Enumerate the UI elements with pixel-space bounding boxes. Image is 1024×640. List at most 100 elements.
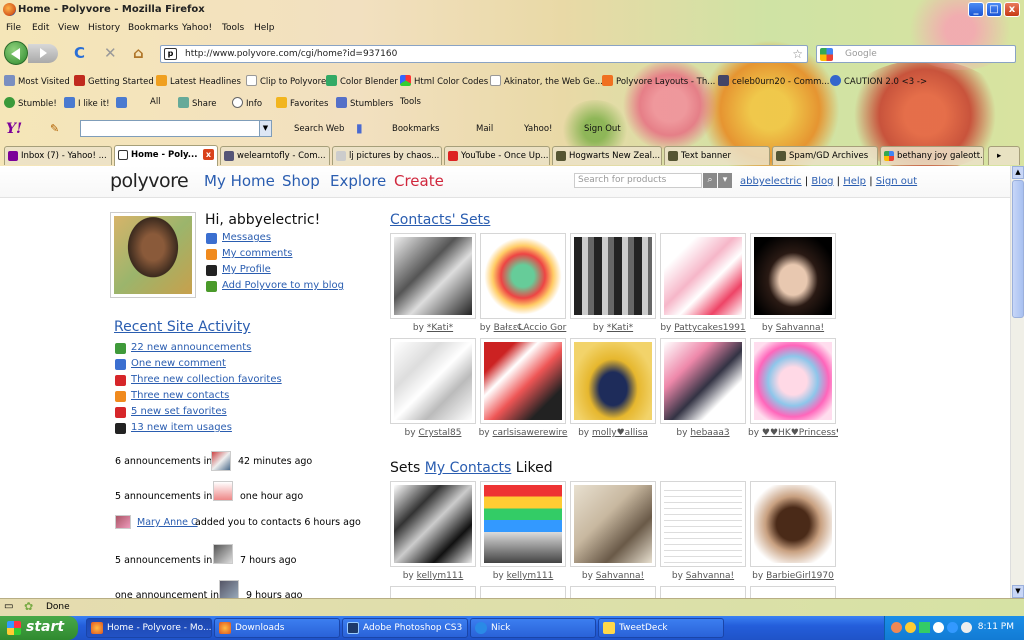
url-bar[interactable]: p http://www.polyvore.com/cgi/home?id=93…: [160, 45, 808, 63]
task-downloads[interactable]: Downloads: [214, 618, 340, 638]
task-firefox[interactable]: Home - Polyvore - Mo...: [86, 618, 212, 638]
yahoo-bookmarks[interactable]: Bookmarks: [392, 124, 440, 134]
user-thumbnail[interactable]: [115, 515, 131, 529]
set-thumbnail[interactable]: [390, 481, 476, 567]
set-thumbnail[interactable]: [750, 481, 836, 567]
task-tweetdeck[interactable]: TweetDeck: [598, 618, 724, 638]
user-link-help[interactable]: Help: [843, 176, 866, 187]
menu-bookmarks[interactable]: Bookmarks: [128, 23, 178, 33]
menu-help[interactable]: Help: [254, 23, 275, 33]
set-thumbnail[interactable]: [570, 481, 656, 567]
reload-icon[interactable]: C: [74, 44, 85, 62]
all-dropdown[interactable]: All: [150, 97, 161, 107]
set-thumbnail[interactable]: [750, 338, 836, 424]
tab-polyvore-home[interactable]: Home - Poly... x: [114, 145, 218, 166]
stop-icon[interactable]: ✕: [104, 44, 117, 62]
google-icon[interactable]: [820, 48, 833, 61]
bookmark-star-icon[interactable]: ☆: [792, 47, 803, 61]
start-button[interactable]: start: [0, 616, 78, 640]
set-thumbnail[interactable]: [390, 338, 476, 424]
search-engine-box[interactable]: Google: [816, 45, 1016, 63]
set-thumbnail[interactable]: [570, 233, 656, 319]
yahoo-logo[interactable]: Y!: [6, 121, 22, 137]
like-button[interactable]: I like it!: [64, 97, 110, 109]
polyvore-logo[interactable]: polyvore: [110, 170, 189, 192]
set-thumbnail[interactable]: [660, 586, 746, 598]
maximize-button[interactable]: □: [986, 2, 1002, 17]
set-thumbnail[interactable]: [480, 481, 566, 567]
search-icon[interactable]: ⌕: [703, 173, 717, 188]
nav-create[interactable]: Create: [394, 172, 444, 190]
set-thumbnail[interactable]: [480, 586, 566, 598]
bookmark-akinator[interactable]: Akinator, the Web Ge...: [490, 75, 603, 87]
set-thumbnail[interactable]: [750, 233, 836, 319]
tab-list-button[interactable]: ▸: [988, 146, 1020, 165]
set-thumbnail[interactable]: [480, 233, 566, 319]
stumblers-button[interactable]: Stumblers: [336, 97, 393, 109]
forward-button[interactable]: [28, 44, 58, 63]
contacts-sets-title[interactable]: Contacts' Sets: [390, 212, 490, 228]
tab-bethany-joy[interactable]: bethany joy galeott...: [880, 146, 984, 165]
chevron-down-icon[interactable]: ▾: [718, 173, 732, 188]
set-thumbnail[interactable]: [660, 338, 746, 424]
bookmark-getting-started[interactable]: Getting Started: [74, 75, 154, 87]
bookmark-clip-to-polyvore[interactable]: Clip to Polyvore: [246, 75, 326, 87]
scroll-up-arrow[interactable]: ▲: [1012, 166, 1024, 179]
group-thumbnail[interactable]: [219, 580, 239, 598]
menu-file[interactable]: File: [6, 23, 21, 33]
close-button[interactable]: x: [1004, 2, 1020, 17]
yahoo-mail[interactable]: Mail: [476, 124, 493, 134]
tab-youtube[interactable]: YouTube - Once Up...: [444, 146, 550, 165]
task-nick[interactable]: Nick: [470, 618, 596, 638]
bookmark-latest-headlines[interactable]: Latest Headlines: [156, 75, 241, 87]
tab-welearntofly[interactable]: welearntofly - Com...: [220, 146, 330, 165]
antispy-icon[interactable]: ▮: [356, 121, 363, 135]
avatar[interactable]: [110, 212, 196, 298]
share-button[interactable]: Share: [178, 97, 217, 109]
my-contacts-link[interactable]: My Contacts: [425, 460, 512, 476]
chevron-down-icon[interactable]: ▼: [259, 121, 271, 136]
set-thumbnail[interactable]: [480, 338, 566, 424]
user-link-sign-out[interactable]: Sign out: [876, 176, 917, 187]
su-tools-dropdown[interactable]: Tools: [400, 97, 421, 107]
info-button[interactable]: Info: [232, 97, 262, 109]
bookmark-polyvore-layouts[interactable]: Polyvore Layouts - Th...: [602, 75, 715, 87]
tray-icon[interactable]: [905, 622, 916, 633]
yahoo-search-web[interactable]: Search Web: [294, 124, 344, 134]
set-thumbnail[interactable]: [570, 338, 656, 424]
scroll-thumb[interactable]: [1012, 180, 1024, 318]
menu-edit[interactable]: Edit: [32, 23, 49, 33]
nav-explore[interactable]: Explore: [330, 172, 386, 190]
task-photoshop[interactable]: Adobe Photoshop CS3: [342, 618, 468, 638]
bookmark-celeb0urn20[interactable]: celeb0urn20 - Comm...: [718, 75, 830, 87]
menu-tools[interactable]: Tools: [222, 23, 244, 33]
group-thumbnail[interactable]: [213, 544, 233, 564]
tray-icon[interactable]: [947, 622, 958, 633]
yahoo-sign-out[interactable]: Sign Out: [584, 124, 621, 134]
volume-icon[interactable]: [961, 622, 972, 633]
bookmark-color-blender[interactable]: Color Blender: [326, 75, 398, 87]
network-icon[interactable]: [919, 622, 930, 633]
tab-lj-pictures[interactable]: lj pictures by chaos...: [332, 146, 442, 165]
menu-yahoo[interactable]: Yahoo!: [182, 23, 212, 33]
set-thumbnail[interactable]: [660, 481, 746, 567]
group-thumbnail[interactable]: [213, 481, 233, 501]
tab-text-banner[interactable]: Text banner: [664, 146, 770, 165]
dislike-button[interactable]: [116, 97, 130, 109]
minimize-button[interactable]: _: [968, 2, 984, 17]
user-link-blog[interactable]: Blog: [811, 176, 833, 187]
pencil-icon[interactable]: ✎: [50, 122, 59, 135]
set-thumbnail[interactable]: [390, 586, 476, 598]
menu-history[interactable]: History: [88, 23, 120, 33]
user-link-profile[interactable]: abbyelectric: [740, 176, 802, 187]
bookmark-html-color-codes[interactable]: Html Color Codes: [400, 75, 488, 87]
stumble-button[interactable]: Stumble!: [4, 97, 57, 109]
set-thumbnail[interactable]: [750, 586, 836, 598]
product-search-input[interactable]: Search for products: [574, 173, 702, 188]
tab-spam-archives[interactable]: Spam/GD Archives: [772, 146, 878, 165]
bookmark-caution[interactable]: CAUTION 2.0 <3 ->: [830, 75, 927, 87]
url-text[interactable]: http://www.polyvore.com/cgi/home?id=9371…: [185, 49, 397, 59]
tab-hogwarts[interactable]: Hogwarts New Zeal...: [552, 146, 662, 165]
nav-my-home[interactable]: My Home: [204, 172, 275, 190]
set-thumbnail[interactable]: [390, 233, 476, 319]
